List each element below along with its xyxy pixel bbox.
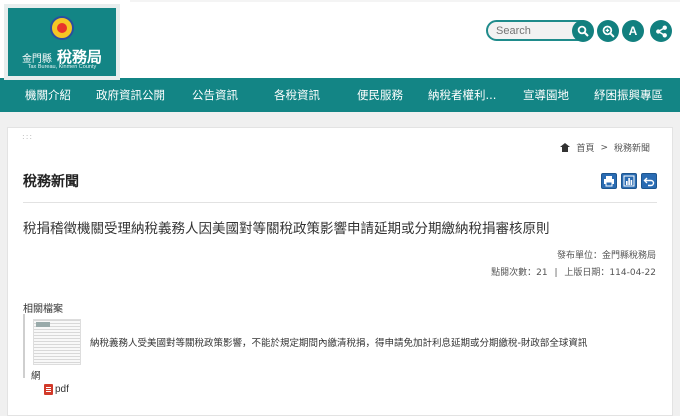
share-icon: [655, 25, 667, 37]
search-icon: [577, 25, 589, 37]
zoom-search-button[interactable]: [597, 20, 619, 42]
breadcrumb-separator: >: [600, 142, 608, 153]
nav-item-tax-info[interactable]: 各稅資訊: [274, 78, 320, 112]
zoom-search-icon: [602, 25, 615, 38]
back-icon: [643, 177, 655, 187]
attachment-title[interactable]: 納稅義務人受美國對等關稅政策影響，不能於規定期間內繳清稅捐，得申請免加計利息延期…: [90, 335, 587, 349]
attachment-bar: [23, 314, 25, 378]
nav-item-taxpayer-rights[interactable]: 納稅者權利...: [428, 78, 496, 112]
font-size-icon: A: [628, 24, 638, 38]
publisher-info: 發布單位：金門縣稅務局: [556, 251, 656, 261]
nav-item-relief[interactable]: 紓困振興專區: [594, 78, 663, 112]
print-button[interactable]: [601, 173, 617, 189]
logo-seal-icon: [50, 16, 74, 40]
attachment-title-continued[interactable]: 網: [31, 368, 41, 382]
header-top-line: [130, 0, 680, 2]
home-icon: [560, 143, 571, 152]
title-divider: [23, 202, 657, 203]
attachment-download-link[interactable]: pdf: [44, 384, 69, 395]
back-button[interactable]: [641, 173, 657, 189]
nav-item-gov-info[interactable]: 政府資訊公開: [96, 78, 165, 112]
nav-item-about[interactable]: 機關介紹: [25, 78, 71, 112]
attachment-type: pdf: [55, 384, 69, 395]
click-count: 點閱次數：21: [491, 268, 548, 278]
publish-date: 上版日期：114-04-22: [564, 268, 656, 278]
share-button[interactable]: [650, 20, 672, 42]
main-nav: 機關介紹 政府資訊公開 公告資訊 各稅資訊 便民服務 納稅者權利... 宣導園地…: [0, 78, 680, 112]
nav-item-promotion[interactable]: 宣導園地: [523, 78, 569, 112]
nav-item-services[interactable]: 便民服務: [357, 78, 403, 112]
chart-icon: [623, 175, 635, 187]
meta-separator: |: [554, 268, 558, 278]
print-icon: [604, 176, 614, 187]
attachment-thumbnail[interactable]: [33, 319, 81, 365]
article-meta: 點閱次數：21 | 上版日期：114-04-22: [491, 265, 656, 278]
nav-item-announcements[interactable]: 公告資訊: [192, 78, 238, 112]
site-logo-link[interactable]: 金門縣 稅務局 Tax Bureau, Kinmen County: [4, 4, 120, 80]
article-headline: 稅捐稽徵機關受理納稅義務人因美國對等關稅政策影響申請延期或分期繳納稅捐審核原則: [23, 221, 550, 237]
logo-english-name: Tax Bureau, Kinmen County: [27, 64, 97, 70]
related-files-heading: 相關檔案: [23, 304, 63, 315]
page-title: 稅務新聞: [23, 174, 79, 190]
font-size-button[interactable]: A: [622, 20, 644, 42]
search-button[interactable]: [572, 20, 594, 42]
statistics-button[interactable]: [621, 173, 637, 189]
site-logo: 金門縣 稅務局 Tax Bureau, Kinmen County: [8, 8, 116, 76]
content-panel: ::: 首頁 > 稅務新聞 稅務新聞 稅捐稽徵機關受理納稅義務人因美國對等關稅政…: [7, 127, 673, 416]
accesskey-marker: :::: [22, 132, 34, 141]
pdf-icon: [44, 384, 53, 395]
breadcrumb: 首頁 > 稅務新聞: [560, 141, 650, 154]
breadcrumb-current[interactable]: 稅務新聞: [614, 141, 650, 154]
breadcrumb-home[interactable]: 首頁: [576, 141, 594, 154]
